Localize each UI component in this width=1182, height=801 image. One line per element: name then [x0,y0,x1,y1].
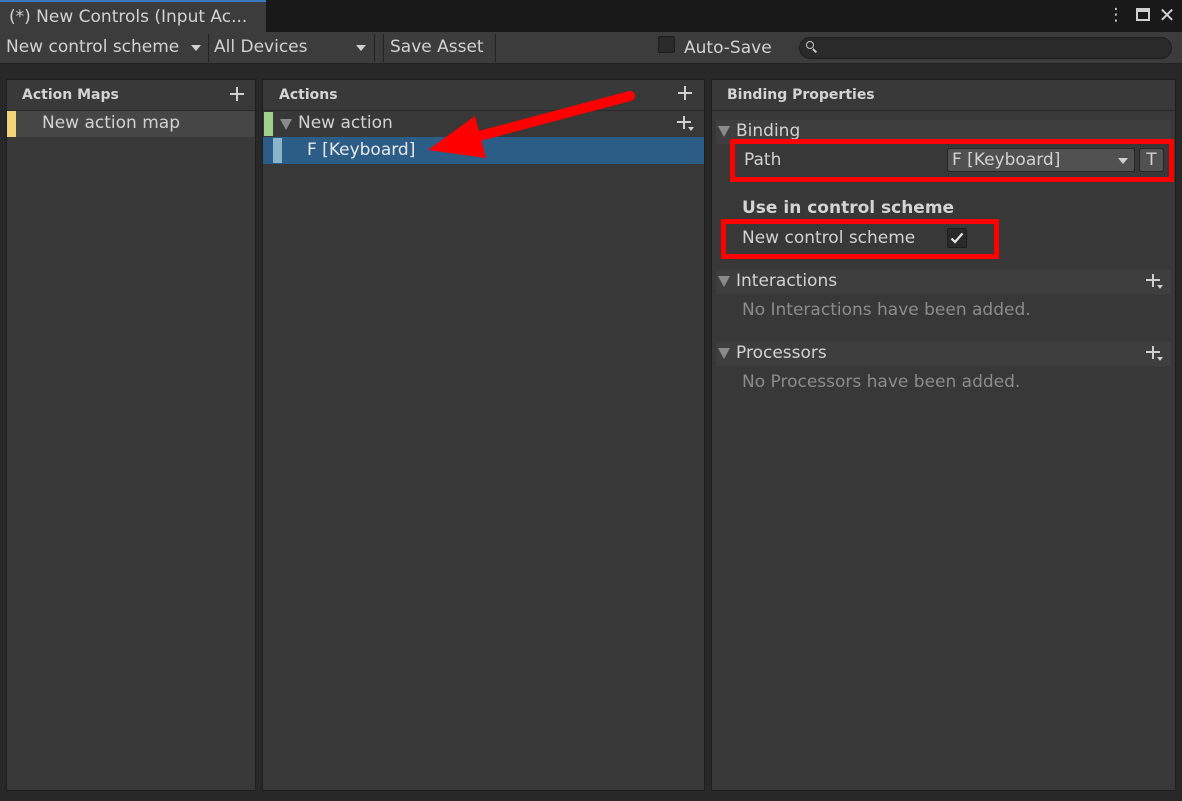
processors-empty-text: No Processors have been added. [742,372,1021,392]
control-scheme-label: New control scheme [6,37,180,57]
binding-section-label: Binding [736,121,801,141]
color-marker [273,138,282,163]
add-binding-icon[interactable] [677,115,694,131]
binding-properties-header: Binding Properties [712,80,1175,111]
auto-save-label: Auto-Save [684,38,772,58]
expand-triangle-icon [718,276,730,287]
add-action-icon[interactable] [677,85,693,101]
close-icon[interactable]: ✕ [1157,5,1177,25]
action-maps-title: Action Maps [22,87,119,103]
processors-section-label: Processors [736,343,827,363]
actions-panel: Actions New action F [Keyboard] [262,79,705,791]
chevron-down-icon [191,45,201,51]
add-action-map-icon[interactable] [229,86,245,102]
window-tab[interactable]: (*) New Controls (Input Ac... [0,0,266,32]
maximize-icon[interactable] [1133,5,1153,25]
more-vert-icon[interactable]: ⋮ [1106,5,1126,25]
control-scheme-dropdown[interactable]: New control scheme [6,32,206,63]
search-icon [806,41,814,49]
action-label: New action [298,113,393,133]
auto-save-checkbox[interactable] [658,36,675,53]
chevron-down-icon [356,45,366,51]
annotation-highlight-scheme [721,219,999,259]
toolbar-divider [208,34,209,62]
expand-triangle-icon [718,126,730,137]
processors-foldout[interactable]: Processors [716,342,1171,366]
search-input[interactable] [799,37,1172,59]
toolbar-divider [374,34,375,62]
list-item[interactable]: New action map [7,111,255,137]
action-maps-panel: Action Maps New action map [6,79,256,791]
actions-title: Actions [279,87,338,103]
color-marker [7,111,16,137]
devices-dropdown[interactable]: All Devices [214,32,370,63]
use-in-control-scheme-heading: Use in control scheme [742,198,955,218]
action-map-label: New action map [42,113,180,133]
binding-properties-title: Binding Properties [727,87,875,103]
toolbar-divider [495,34,496,62]
action-maps-header: Action Maps [7,80,255,111]
add-interaction-icon[interactable] [1146,273,1163,289]
devices-label: All Devices [214,37,308,57]
binding-properties-panel: Binding Properties Binding Path F [Keybo… [711,79,1176,791]
binding-label: F [Keyboard] [307,140,416,160]
annotation-highlight-path [730,139,1174,182]
interactions-section-label: Interactions [736,271,838,291]
expand-triangle-icon[interactable] [280,119,292,130]
expand-triangle-icon [718,348,730,359]
interactions-empty-text: No Interactions have been added. [742,300,1031,320]
add-processor-icon[interactable] [1146,345,1163,361]
color-marker [264,112,273,136]
interactions-foldout[interactable]: Interactions [716,270,1171,294]
toolbar-divider [383,34,384,62]
annotation-arrow-icon [428,91,635,158]
save-asset-button[interactable]: Save Asset [390,32,484,63]
